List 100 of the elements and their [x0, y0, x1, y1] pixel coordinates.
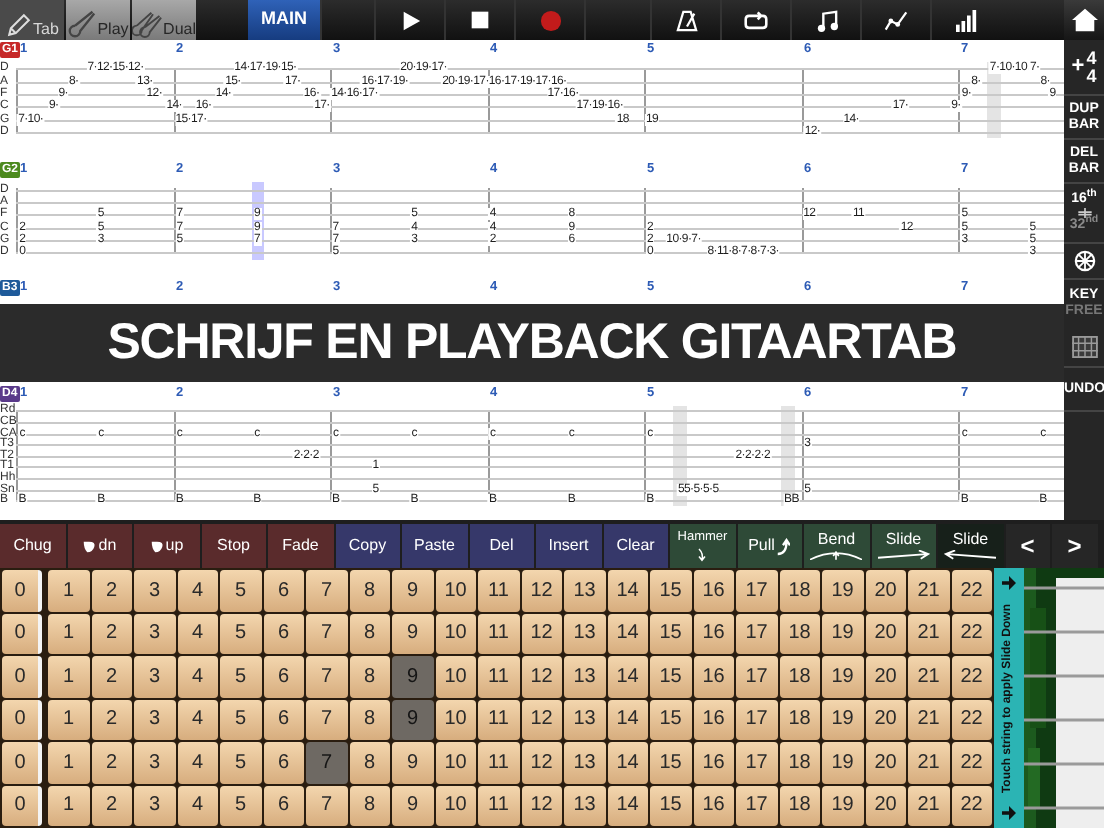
fret-button[interactable]: 17 — [736, 742, 777, 783]
fret-button[interactable]: 19 — [822, 613, 863, 654]
edit-button[interactable]: Fade — [268, 524, 333, 568]
fret-button[interactable]: 14 — [607, 699, 648, 740]
fret-button[interactable]: 11 — [478, 570, 519, 611]
fret-button[interactable]: 18 — [779, 699, 820, 740]
fret-button[interactable]: 1 — [48, 613, 89, 654]
fret-button[interactable]: 19 — [822, 785, 863, 826]
edit-button[interactable]: Bend — [804, 524, 869, 568]
fret-button[interactable]: 2 — [91, 613, 132, 654]
fret-button[interactable]: 21 — [908, 785, 949, 826]
fret-button[interactable]: 16 — [693, 742, 734, 783]
fret-button[interactable]: 22 — [951, 570, 992, 611]
fret-button[interactable]: 8 — [349, 785, 390, 826]
fret-button[interactable]: 11 — [478, 613, 519, 654]
fret-button[interactable]: 22 — [951, 699, 992, 740]
fret-button[interactable]: 12 — [521, 699, 562, 740]
fret-button[interactable]: 8 — [349, 570, 390, 611]
fret-button[interactable]: 15 — [650, 570, 691, 611]
fret-button[interactable]: 18 — [779, 742, 820, 783]
fret-button[interactable]: 8 — [349, 699, 390, 740]
fret-button[interactable]: 19 — [822, 699, 863, 740]
fret-button[interactable]: 22 — [951, 785, 992, 826]
fret-button[interactable]: 0 — [2, 785, 42, 826]
fret-button[interactable]: 10 — [435, 742, 476, 783]
fret-button[interactable]: 4 — [177, 785, 218, 826]
edit-button[interactable]: up — [134, 524, 199, 568]
fret-button[interactable]: 9 — [392, 570, 433, 611]
fret-button[interactable]: 14 — [607, 613, 648, 654]
edit-button[interactable]: Pull — [737, 524, 802, 568]
fret-button[interactable]: 19 — [822, 656, 863, 697]
fret-button[interactable]: 4 — [177, 613, 218, 654]
fret-button[interactable]: 15 — [650, 613, 691, 654]
fret-button[interactable]: 5 — [220, 613, 261, 654]
fret-button[interactable]: 17 — [736, 656, 777, 697]
fret-button[interactable]: 18 — [779, 570, 820, 611]
fret-button[interactable]: 18 — [779, 613, 820, 654]
fret-button[interactable]: 2 — [91, 656, 132, 697]
fret-button[interactable]: 13 — [564, 656, 605, 697]
fret-button[interactable]: 6 — [263, 656, 304, 697]
fret-button[interactable]: 0 — [2, 656, 42, 697]
fret-button[interactable]: 6 — [263, 699, 304, 740]
mode-tab[interactable]: Play — [66, 0, 130, 40]
fret-button[interactable]: 5 — [220, 699, 261, 740]
fret-button[interactable]: 21 — [908, 570, 949, 611]
fret-button[interactable]: 6 — [263, 742, 304, 783]
fret-button[interactable]: 20 — [865, 570, 906, 611]
edit-button[interactable]: Insert — [536, 524, 601, 568]
fret-button[interactable]: 6 — [263, 613, 304, 654]
fret-button[interactable]: 17 — [736, 613, 777, 654]
fret-button[interactable]: 10 — [435, 613, 476, 654]
fret-button[interactable]: 20 — [865, 785, 906, 826]
fret-button[interactable]: 9 — [392, 613, 433, 654]
fret-button[interactable]: 3 — [134, 656, 175, 697]
fret-button[interactable]: 20 — [865, 742, 906, 783]
fret-button[interactable]: 15 — [650, 699, 691, 740]
fret-button[interactable]: 12 — [521, 785, 562, 826]
edit-button[interactable]: Stop — [201, 524, 266, 568]
fret-button[interactable]: 5 — [220, 570, 261, 611]
fret-button[interactable]: 1 — [48, 570, 89, 611]
fret-button[interactable]: 2 — [91, 785, 132, 826]
fret-button[interactable]: 8 — [349, 742, 390, 783]
fret-button[interactable]: 19 — [822, 742, 863, 783]
fret-button[interactable]: 19 — [822, 570, 863, 611]
fret-button[interactable]: 20 — [865, 656, 906, 697]
fret-button[interactable]: 1 — [48, 742, 89, 783]
fret-button[interactable]: 3 — [134, 742, 175, 783]
fret-button[interactable]: 10 — [435, 699, 476, 740]
fret-button[interactable]: 13 — [564, 699, 605, 740]
fret-button[interactable]: 3 — [134, 570, 175, 611]
fret-button[interactable]: 3 — [134, 613, 175, 654]
fret-button[interactable]: 13 — [564, 785, 605, 826]
fret-button[interactable]: 5 — [220, 785, 261, 826]
fret-button[interactable]: 14 — [607, 785, 648, 826]
fret-button[interactable]: 7 — [306, 699, 347, 740]
fret-button[interactable]: 14 — [607, 742, 648, 783]
fret-button[interactable]: 20 — [865, 699, 906, 740]
mode-tab[interactable]: Tab — [0, 0, 64, 40]
home-button[interactable] — [1064, 0, 1104, 40]
edit-button[interactable]: < — [1005, 524, 1050, 568]
fret-button[interactable]: 12 — [521, 656, 562, 697]
edit-button[interactable]: Paste — [402, 524, 467, 568]
fret-button[interactable]: 15 — [650, 785, 691, 826]
fret-button[interactable]: 10 — [435, 785, 476, 826]
fret-button[interactable]: 6 — [263, 570, 304, 611]
edit-button[interactable]: > — [1052, 524, 1097, 568]
fret-button[interactable]: 5 — [220, 656, 261, 697]
fret-button[interactable]: 12 — [521, 570, 562, 611]
fret-button[interactable]: 7 — [306, 570, 347, 611]
fret-button[interactable]: 2 — [91, 742, 132, 783]
fret-button[interactable]: 16 — [693, 699, 734, 740]
fret-button[interactable]: 4 — [177, 699, 218, 740]
fret-button[interactable]: 7 — [306, 785, 347, 826]
fret-button[interactable]: 21 — [908, 656, 949, 697]
fret-button[interactable]: 21 — [908, 613, 949, 654]
fret-button[interactable]: 3 — [134, 785, 175, 826]
fret-button[interactable]: 12 — [521, 742, 562, 783]
fret-button[interactable]: 22 — [951, 742, 992, 783]
fret-button[interactable]: 16 — [693, 785, 734, 826]
fret-button[interactable]: 3 — [134, 699, 175, 740]
